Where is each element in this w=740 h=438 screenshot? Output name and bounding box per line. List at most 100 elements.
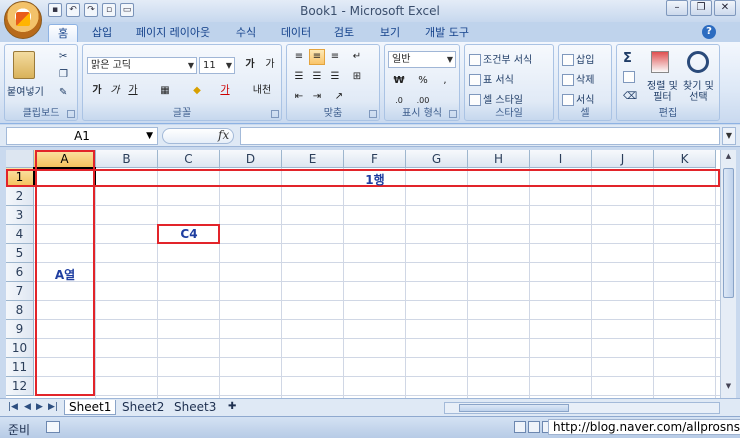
horizontal-scroll-thumb[interactable] — [459, 404, 569, 412]
fill-color-icon[interactable]: ◆ — [189, 83, 205, 99]
font-name-select[interactable]: 맑은 고딕 ▼ — [87, 57, 197, 74]
align-top-icon[interactable]: ≡ — [291, 49, 307, 65]
first-sheet-icon[interactable]: |◀ — [8, 402, 18, 412]
tab-review[interactable]: 검토 — [326, 24, 362, 42]
percent-button[interactable]: % — [415, 73, 431, 89]
font-launcher-icon[interactable] — [271, 110, 279, 118]
insert-function-icon[interactable]: fx — [218, 128, 229, 142]
insert-sheet-icon[interactable]: ✚ — [224, 400, 240, 415]
align-center-icon[interactable]: ☰ — [309, 69, 325, 85]
paste-icon[interactable] — [13, 51, 35, 79]
sheet-tab-3[interactable]: Sheet3 — [170, 400, 220, 415]
alignment-launcher-icon[interactable] — [369, 110, 377, 118]
tab-insert[interactable]: 삽입 — [86, 24, 118, 42]
column-header-g[interactable]: G — [406, 150, 468, 168]
select-all-corner[interactable] — [6, 150, 34, 168]
column-header-e[interactable]: E — [282, 150, 344, 168]
align-right-icon[interactable]: ☰ — [327, 69, 343, 85]
copy-icon[interactable]: ❐ — [59, 69, 68, 80]
close-button[interactable]: ✕ — [714, 0, 736, 16]
scroll-up-icon[interactable]: ▲ — [723, 152, 734, 164]
column-header-f[interactable]: F — [344, 150, 406, 168]
format-as-table-button[interactable]: 표 서식 — [469, 71, 514, 86]
undo-icon[interactable]: ↶ — [66, 3, 80, 17]
increase-indent-icon[interactable]: ⇥ — [309, 89, 325, 105]
underline-button[interactable]: 가 — [125, 83, 141, 99]
page-layout-view-icon[interactable] — [528, 421, 540, 433]
autosum-button[interactable]: Σ — [623, 51, 632, 66]
last-sheet-icon[interactable]: ▶| — [48, 402, 58, 412]
font-size-select[interactable]: 11 ▼ — [199, 57, 235, 74]
sort-filter-button[interactable]: 정렬 및 필터 — [647, 81, 678, 103]
decrease-indent-icon[interactable]: ⇤ — [291, 89, 307, 105]
clipboard-launcher-icon[interactable] — [67, 110, 75, 118]
bold-button[interactable]: 가 — [89, 83, 105, 99]
row-header-9[interactable]: 9 — [6, 320, 34, 339]
office-button[interactable] — [4, 1, 42, 39]
row-header-4[interactable]: 4 — [6, 225, 34, 244]
column-header-c[interactable]: C — [158, 150, 220, 168]
sort-filter-icon[interactable] — [651, 51, 669, 73]
comma-button[interactable]: , — [437, 73, 453, 89]
vertical-scrollbar[interactable]: ▲ ▼ — [720, 150, 736, 398]
row-header-11[interactable]: 11 — [6, 358, 34, 377]
number-launcher-icon[interactable] — [449, 110, 457, 118]
formula-input[interactable] — [240, 127, 720, 145]
next-sheet-icon[interactable]: ▶ — [36, 402, 43, 412]
row-header-7[interactable]: 7 — [6, 282, 34, 301]
row-header-8[interactable]: 8 — [6, 301, 34, 320]
horizontal-scrollbar[interactable] — [444, 402, 720, 414]
delete-cells-button[interactable]: 삭제 — [562, 71, 594, 86]
column-header-h[interactable]: H — [468, 150, 530, 168]
binoculars-icon[interactable] — [687, 51, 709, 73]
cut-icon[interactable]: ✂ — [59, 51, 67, 62]
worksheet-grid[interactable]: A B C D E F G H I J K 1 2 3 4 5 6 7 8 9 10 11 12 1행 A열 C4 — [6, 150, 720, 398]
column-header-b[interactable]: B — [96, 150, 158, 168]
restore-button[interactable]: ❐ — [690, 0, 712, 16]
orientation-icon[interactable]: ↗ — [331, 89, 347, 105]
minimize-button[interactable]: – — [666, 0, 688, 16]
name-box[interactable]: A1 ▼ — [6, 127, 158, 145]
borders-icon[interactable]: ▦ — [157, 83, 173, 99]
column-header-k[interactable]: K — [654, 150, 716, 168]
number-format-select[interactable]: 일반 ▼ — [388, 51, 456, 68]
clear-icon[interactable]: ⌫ — [623, 91, 637, 102]
print-preview-icon[interactable]: ▫ — [102, 3, 116, 17]
align-bottom-icon[interactable]: ≡ — [327, 49, 343, 65]
normal-view-icon[interactable] — [514, 421, 526, 433]
row-header-6[interactable]: 6 — [6, 263, 34, 282]
conditional-format-button[interactable]: 조건부 서식 — [469, 51, 532, 66]
row-header-5[interactable]: 5 — [6, 244, 34, 263]
sheet-tab-1[interactable]: Sheet1 — [64, 400, 117, 415]
tab-page-layout[interactable]: 페이지 레이아웃 — [128, 24, 218, 42]
paste-button[interactable]: 붙여넣기 — [7, 83, 44, 98]
italic-button[interactable]: 가 — [107, 83, 123, 99]
font-color-button[interactable]: 가 — [217, 83, 233, 99]
tab-formulas[interactable]: 수식 — [228, 24, 264, 42]
sheet-tab-2[interactable]: Sheet2 — [118, 400, 168, 415]
row-header-10[interactable]: 10 — [6, 339, 34, 358]
expand-formula-bar-icon[interactable]: ▼ — [722, 127, 736, 145]
find-select-button[interactable]: 찾기 및 선택 — [683, 81, 714, 103]
tab-developer[interactable]: 개발 도구 — [418, 24, 476, 42]
format-painter-icon[interactable]: ✎ — [59, 87, 67, 98]
wrap-text-icon[interactable]: ↵ — [349, 49, 365, 65]
column-header-d[interactable]: D — [220, 150, 282, 168]
align-left-icon[interactable]: ☰ — [291, 69, 307, 85]
shrink-font-button[interactable]: 가 — [261, 57, 279, 73]
macro-record-icon[interactable] — [46, 421, 60, 433]
row-header-2[interactable]: 2 — [6, 187, 34, 206]
phonetic-button[interactable]: 내천 — [249, 83, 275, 99]
fill-icon[interactable] — [623, 71, 637, 83]
scroll-down-icon[interactable]: ▼ — [723, 382, 734, 394]
currency-button[interactable]: ₩ — [389, 73, 409, 89]
insert-cells-button[interactable]: 삽입 — [562, 51, 594, 66]
redo-icon[interactable]: ↷ — [84, 3, 98, 17]
prev-sheet-icon[interactable]: ◀ — [24, 402, 31, 412]
merge-center-icon[interactable]: ⊞ — [349, 69, 365, 85]
tab-data[interactable]: 데이터 — [274, 24, 318, 42]
save-icon[interactable]: ▪ — [48, 3, 62, 17]
open-folder-icon[interactable]: ▭ — [120, 3, 134, 17]
grow-font-button[interactable]: 가 — [241, 57, 259, 73]
row-header-3[interactable]: 3 — [6, 206, 34, 225]
